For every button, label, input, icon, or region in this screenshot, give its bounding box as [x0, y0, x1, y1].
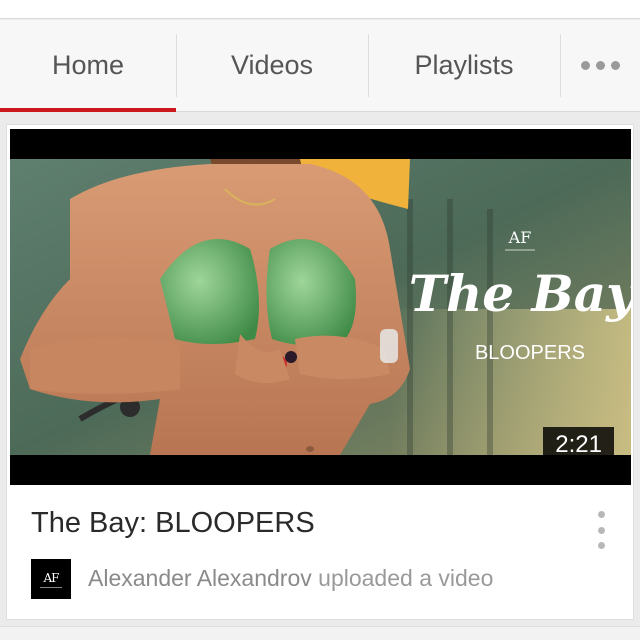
channel-tab-bar: Home Videos Playlists	[0, 20, 640, 112]
video-thumbnail[interactable]: AF The Bay BLOOPERS 2:21	[10, 129, 631, 485]
thumbnail-image: AF The Bay BLOOPERS	[10, 159, 631, 455]
activity-action: uploaded a video	[318, 565, 494, 591]
channel-avatar[interactable]: AF	[31, 559, 71, 599]
activity-line: Alexander Alexandrov uploaded a video	[88, 565, 493, 592]
tab-videos[interactable]: Videos	[176, 20, 368, 111]
video-duration-badge: 2:21	[543, 427, 614, 463]
tab-playlists-label: Playlists	[414, 50, 514, 80]
status-bar	[0, 0, 640, 19]
tab-home[interactable]: Home	[0, 20, 176, 112]
tab-home-label: Home	[51, 50, 125, 80]
tab-playlists[interactable]: Playlists	[368, 20, 560, 111]
thumbnail-headline: The Bay	[409, 264, 631, 323]
tab-videos-label: Videos	[230, 50, 314, 80]
more-vertical-icon[interactable]	[593, 511, 609, 549]
video-feed-card: AF The Bay BLOOPERS 2:21 The Bay: BLOOPE…	[6, 124, 634, 620]
video-title[interactable]: The Bay: BLOOPERS	[31, 507, 315, 540]
thumbnail-logo: AF	[508, 228, 532, 247]
next-card-edge	[0, 626, 640, 640]
more-horizontal-icon	[580, 61, 620, 70]
channel-avatar-logo: AF	[43, 570, 60, 585]
thumbnail-subheadline: BLOOPERS	[475, 342, 585, 364]
channel-name-link[interactable]: Alexander Alexandrov	[88, 565, 312, 591]
more-tabs-button[interactable]	[560, 20, 640, 111]
